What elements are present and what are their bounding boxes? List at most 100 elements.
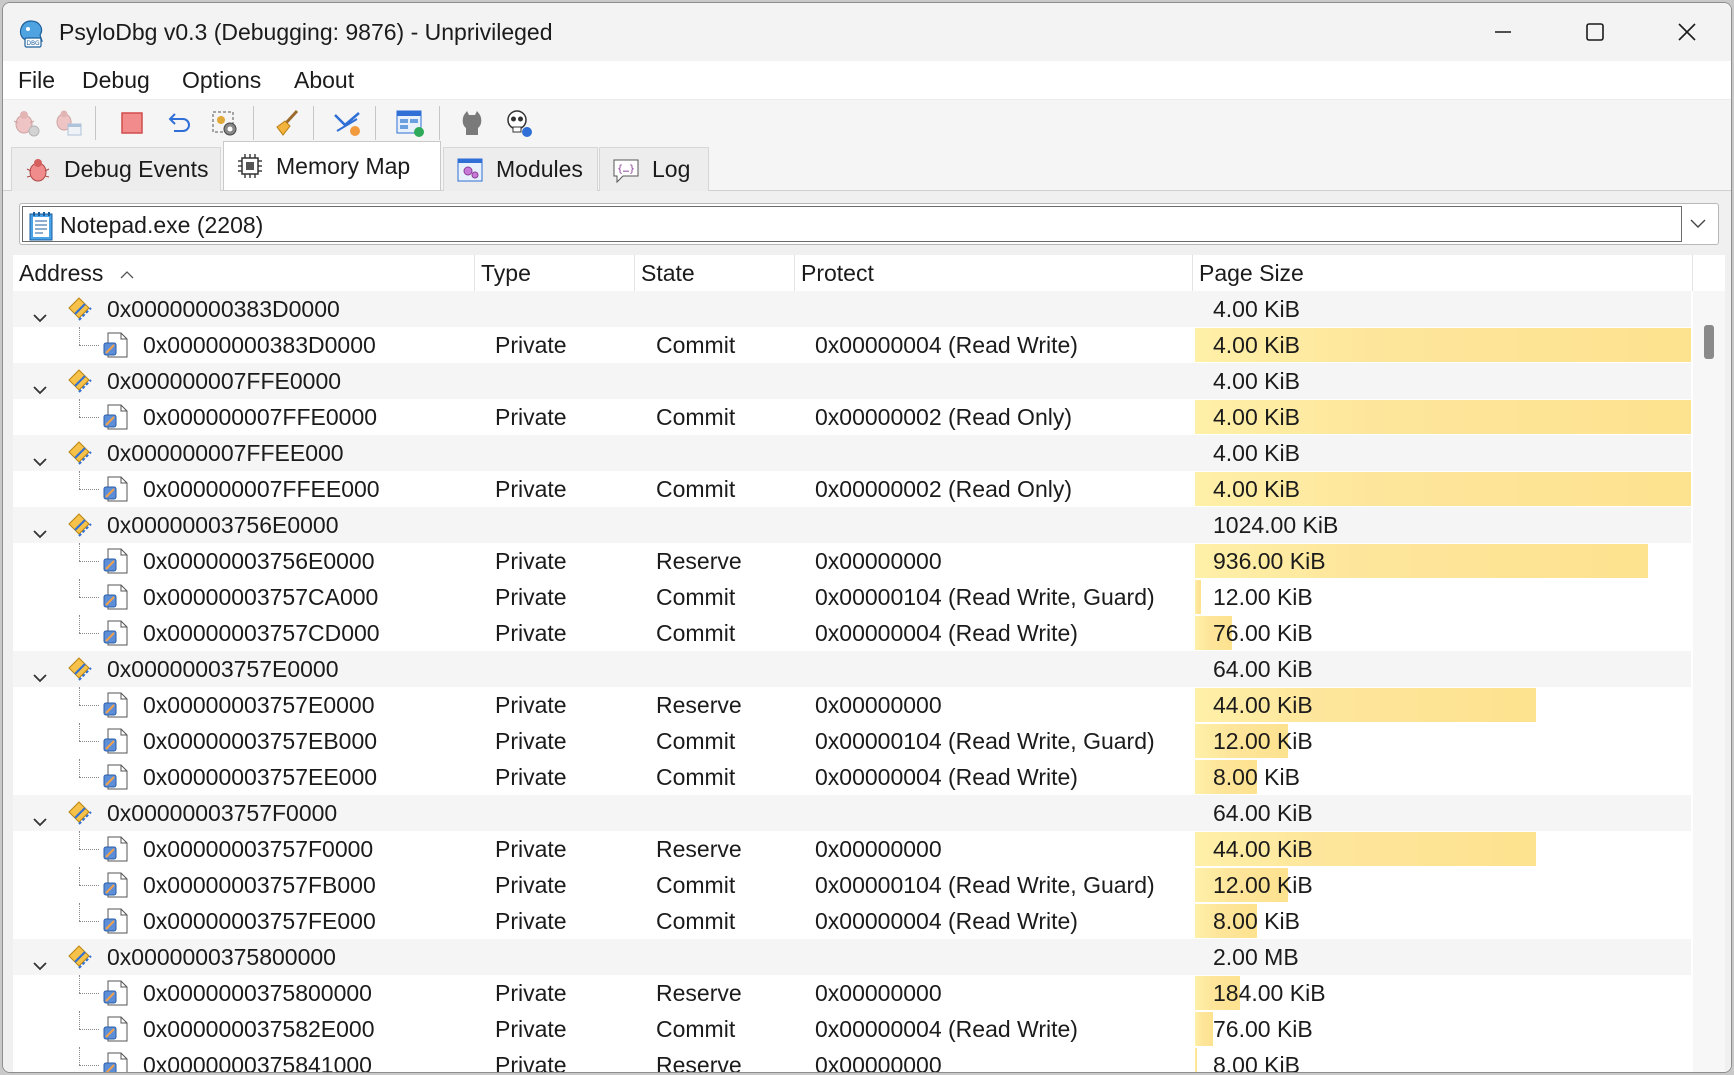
vertical-scrollbar[interactable] xyxy=(1693,291,1725,1072)
region-row[interactable]: 0x00000000383D0000 4.00 KiB xyxy=(13,291,1691,327)
minimize-button[interactable] xyxy=(1457,3,1549,61)
allocation-row[interactable]: 0x0000000375800000 Private Reserve 0x000000… xyxy=(13,975,1691,1011)
region-row[interactable]: 0x0000000375800000 2.00 MB xyxy=(13,939,1691,975)
protect-cell: 0x00000002 (Read Only) xyxy=(815,404,1072,430)
menu-file[interactable]: File xyxy=(18,65,55,95)
allocation-row[interactable]: 0x000000007FFE0000 Private Commit 0x0000000… xyxy=(13,399,1691,435)
tree-connector xyxy=(79,543,80,561)
allocation-row[interactable]: 0x00000003756E0000 Private Reserve 0x000000… xyxy=(13,543,1691,579)
memory-page-icon xyxy=(101,762,131,792)
state-cell: Commit xyxy=(656,476,736,502)
process-selector[interactable]: Notepad.exe (2208) xyxy=(19,203,1719,245)
chevron-down-icon[interactable] xyxy=(31,805,49,827)
state-cell: Reserve xyxy=(656,980,742,1006)
tab-label: Debug Events xyxy=(64,156,209,182)
bug-window-icon xyxy=(56,110,82,136)
kill-button[interactable] xyxy=(499,104,537,142)
type-cell: Private xyxy=(495,1052,567,1072)
memory-page-icon xyxy=(101,906,131,936)
attach-process-button[interactable] xyxy=(7,104,45,142)
chevron-down-icon[interactable] xyxy=(31,517,49,539)
protect-cell: 0x00000000 xyxy=(815,548,942,574)
protect-cell: 0x00000104 (Read Write, Guard) xyxy=(815,728,1155,754)
type-cell: Private xyxy=(495,908,567,934)
state-cell: Reserve xyxy=(656,836,742,862)
memory-tree-list[interactable]: Address Type State Protect Page Size 0x0… xyxy=(13,255,1725,1072)
column-header-page-size[interactable]: Page Size xyxy=(1193,255,1693,291)
chevron-down-icon[interactable] xyxy=(1686,212,1710,236)
memory-page-icon xyxy=(101,330,131,360)
chevron-down-icon[interactable] xyxy=(31,445,49,467)
protect-cell: 0x00000000 xyxy=(815,692,942,718)
close-button[interactable] xyxy=(1641,3,1731,61)
step-button[interactable] xyxy=(328,104,366,142)
allocation-row[interactable]: 0x00000003757FB000 Private Commit 0x0000010… xyxy=(13,867,1691,903)
protect-cell: 0x00000000 xyxy=(815,836,942,862)
page-size-cell: 64.00 KiB xyxy=(1213,656,1313,682)
tree-connector xyxy=(79,759,80,777)
region-row[interactable]: 0x000000007FFE0000 4.00 KiB xyxy=(13,363,1691,399)
address-cell: 0x00000003757F0000 xyxy=(143,836,374,862)
windows-button[interactable] xyxy=(391,104,429,142)
menu-about[interactable]: About xyxy=(294,65,354,95)
allocation-row[interactable]: 0x00000003757F0000 Private Reserve 0x000000… xyxy=(13,831,1691,867)
tab-modules[interactable]: Modules xyxy=(443,147,598,191)
column-header-protect[interactable]: Protect xyxy=(795,255,1193,291)
scrollbar-thumb[interactable] xyxy=(1704,325,1714,359)
chevron-down-icon[interactable] xyxy=(31,301,49,323)
allocation-row[interactable]: 0x00000003757CA000 Private Commit 0x0000010… xyxy=(13,579,1691,615)
brush-icon xyxy=(276,109,299,136)
tree-connector xyxy=(79,705,99,706)
restart-button[interactable] xyxy=(159,104,197,142)
tab-log[interactable]: {…} Log xyxy=(599,147,709,191)
allocation-row[interactable]: 0x00000003757EE000 Private Commit 0x0000000… xyxy=(13,759,1691,795)
stop-button[interactable] xyxy=(113,104,151,142)
page-size-cell: 76.00 KiB xyxy=(1213,1016,1313,1042)
github-button[interactable] xyxy=(453,104,491,142)
address-cell: 0x0000000375800000 xyxy=(143,980,372,1006)
allocation-row[interactable]: 0x00000003757EB000 Private Commit 0x0000010… xyxy=(13,723,1691,759)
memory-page-icon xyxy=(101,834,131,864)
allocation-row[interactable]: 0x000000037582E000 Private Commit 0x0000000… xyxy=(13,1011,1691,1047)
region-row[interactable]: 0x00000003757F0000 64.00 KiB xyxy=(13,795,1691,831)
allocation-row[interactable]: 0x0000000375841000 Private Reserve 0x000000… xyxy=(13,1047,1691,1072)
toolbar-separator xyxy=(313,106,314,140)
maximize-button[interactable] xyxy=(1549,3,1641,61)
tree-connector xyxy=(79,345,99,346)
menu-options[interactable]: Options xyxy=(182,65,261,95)
menu-debug[interactable]: Debug xyxy=(82,65,150,95)
title-bar[interactable]: DBG PsyloDbg v0.3 (Debugging: 9876) - Un… xyxy=(3,3,1731,61)
tab-debug-events[interactable]: Debug Events xyxy=(11,147,221,191)
column-header-state[interactable]: State xyxy=(635,255,795,291)
memory-region-icon xyxy=(65,438,95,468)
modules-icon xyxy=(454,154,486,186)
allocation-row[interactable]: 0x00000003757E0000 Private Reserve 0x000000… xyxy=(13,687,1691,723)
tab-memory-map[interactable]: Memory Map xyxy=(223,141,441,190)
type-cell: Private xyxy=(495,764,567,790)
tree-connector xyxy=(79,993,99,994)
region-row[interactable]: 0x00000003757E0000 64.00 KiB xyxy=(13,651,1691,687)
region-row[interactable]: 0x000000007FFEE000 4.00 KiB xyxy=(13,435,1691,471)
tree-connector xyxy=(79,615,80,633)
allocation-row[interactable]: 0x00000003757CD000 Private Commit 0x0000000… xyxy=(13,615,1691,651)
state-cell: Reserve xyxy=(656,548,742,574)
page-size-cell: 4.00 KiB xyxy=(1213,476,1300,502)
select-settings-button[interactable] xyxy=(205,104,243,142)
state-cell: Commit xyxy=(656,872,736,898)
column-header-address[interactable]: Address xyxy=(13,255,475,291)
region-row[interactable]: 0x00000003756E0000 1024.00 KiB xyxy=(13,507,1691,543)
allocation-row[interactable]: 0x00000000383D0000 Private Commit 0x0000000… xyxy=(13,327,1691,363)
allocation-row[interactable]: 0x000000007FFEE000 Private Commit 0x0000000… xyxy=(13,471,1691,507)
tab-label: Memory Map xyxy=(276,152,411,179)
type-cell: Private xyxy=(495,584,567,610)
chevron-down-icon[interactable] xyxy=(31,373,49,395)
memory-page-icon xyxy=(101,978,131,1008)
column-header-type[interactable]: Type xyxy=(475,255,635,291)
chevron-down-icon[interactable] xyxy=(31,661,49,683)
address-cell: 0x00000003757CA000 xyxy=(143,584,379,610)
launch-process-button[interactable] xyxy=(49,104,87,142)
allocation-row[interactable]: 0x00000003757FE000 Private Commit 0x0000000… xyxy=(13,903,1691,939)
clear-button[interactable] xyxy=(268,104,306,142)
chevron-down-icon[interactable] xyxy=(31,949,49,971)
address-cell: 0x0000000375800000 xyxy=(107,944,336,970)
